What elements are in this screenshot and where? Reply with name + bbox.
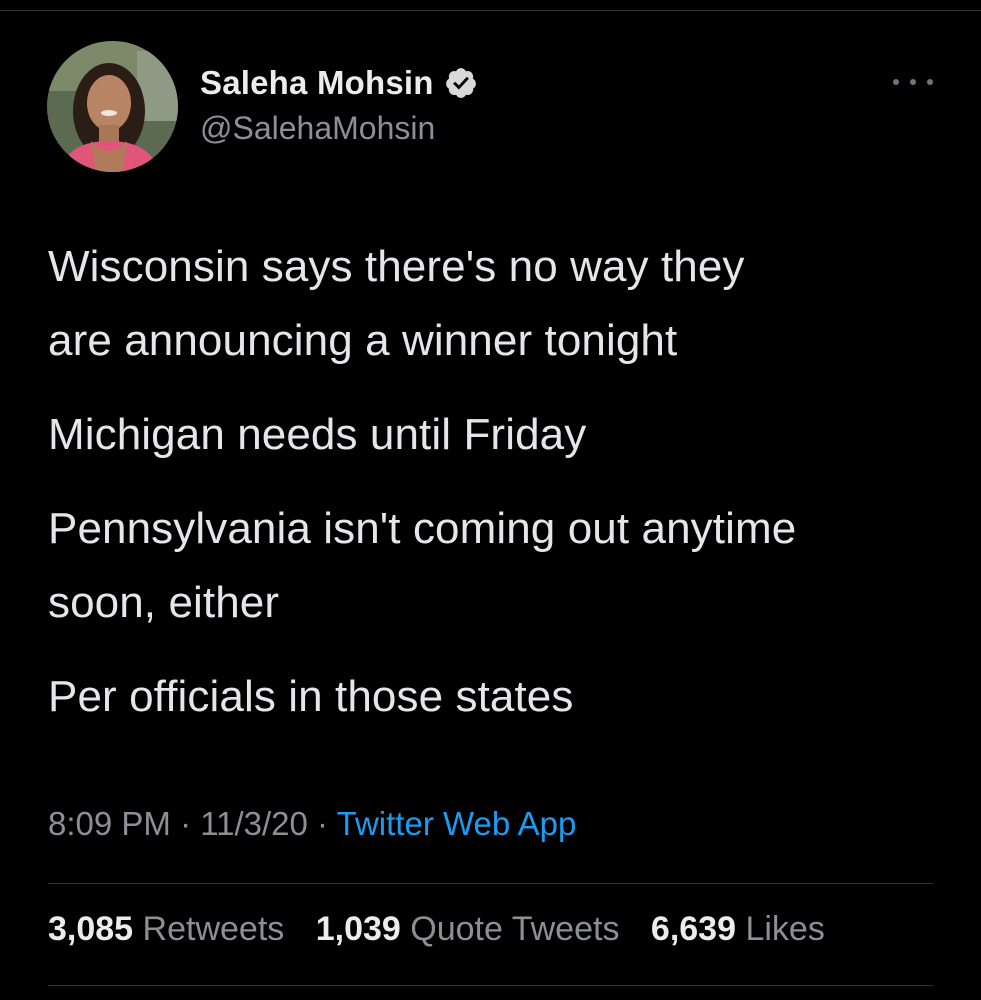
- tweet-text: Wisconsin says there's no way they are a…: [48, 230, 948, 754]
- tweet-paragraph: Pennsylvania isn't coming out anytime so…: [48, 504, 797, 627]
- more-dot: [893, 79, 899, 85]
- more-dot: [927, 79, 933, 85]
- tweet-paragraph: Per officials in those states: [48, 672, 574, 721]
- quotes-count: 1,039: [315, 910, 401, 948]
- author-name-row[interactable]: Saleha Mohsin: [200, 63, 478, 103]
- quote-tweets-stat[interactable]: 1,039 Quote Tweets: [316, 910, 620, 948]
- stats-divider: [48, 883, 933, 884]
- meta-separator: ·: [170, 805, 201, 842]
- author-display-name[interactable]: Saleha Mohsin: [200, 64, 434, 102]
- tweet-source-link[interactable]: Twitter Web App: [337, 805, 577, 842]
- likes-count: 6,639: [650, 910, 736, 948]
- tweet-time[interactable]: 8:09 PM: [48, 805, 171, 842]
- avatar-image: [47, 41, 178, 172]
- more-dot: [910, 79, 916, 85]
- avatar[interactable]: [47, 41, 178, 172]
- retweets-count: 3,085: [48, 910, 134, 948]
- more-horizontal-icon[interactable]: [893, 72, 933, 92]
- tweet-detail-page: Saleha Mohsin @SalehaMohsin Wisconsin sa…: [0, 0, 981, 1000]
- top-divider: [0, 10, 981, 11]
- bottom-divider: [48, 985, 933, 986]
- tweet-paragraph: Michigan needs until Friday: [48, 410, 587, 459]
- tweet-stats: 3,085 Retweets 1,039 Quote Tweets 6,639 …: [48, 910, 847, 949]
- quotes-label: Quote Tweets: [410, 910, 620, 948]
- tweet-paragraph: Wisconsin says there's no way they are a…: [48, 242, 745, 365]
- meta-separator: ·: [307, 805, 337, 842]
- retweets-label: Retweets: [142, 910, 285, 948]
- tweet-meta: 8:09 PM · 11/3/20 · Twitter Web App: [48, 805, 576, 843]
- verified-badge-icon: [444, 66, 478, 100]
- author-handle[interactable]: @SalehaMohsin: [200, 110, 435, 147]
- retweets-stat[interactable]: 3,085 Retweets: [48, 910, 284, 948]
- likes-stat[interactable]: 6,639 Likes: [651, 910, 825, 948]
- tweet-date[interactable]: 11/3/20: [200, 805, 308, 842]
- likes-label: Likes: [745, 910, 825, 948]
